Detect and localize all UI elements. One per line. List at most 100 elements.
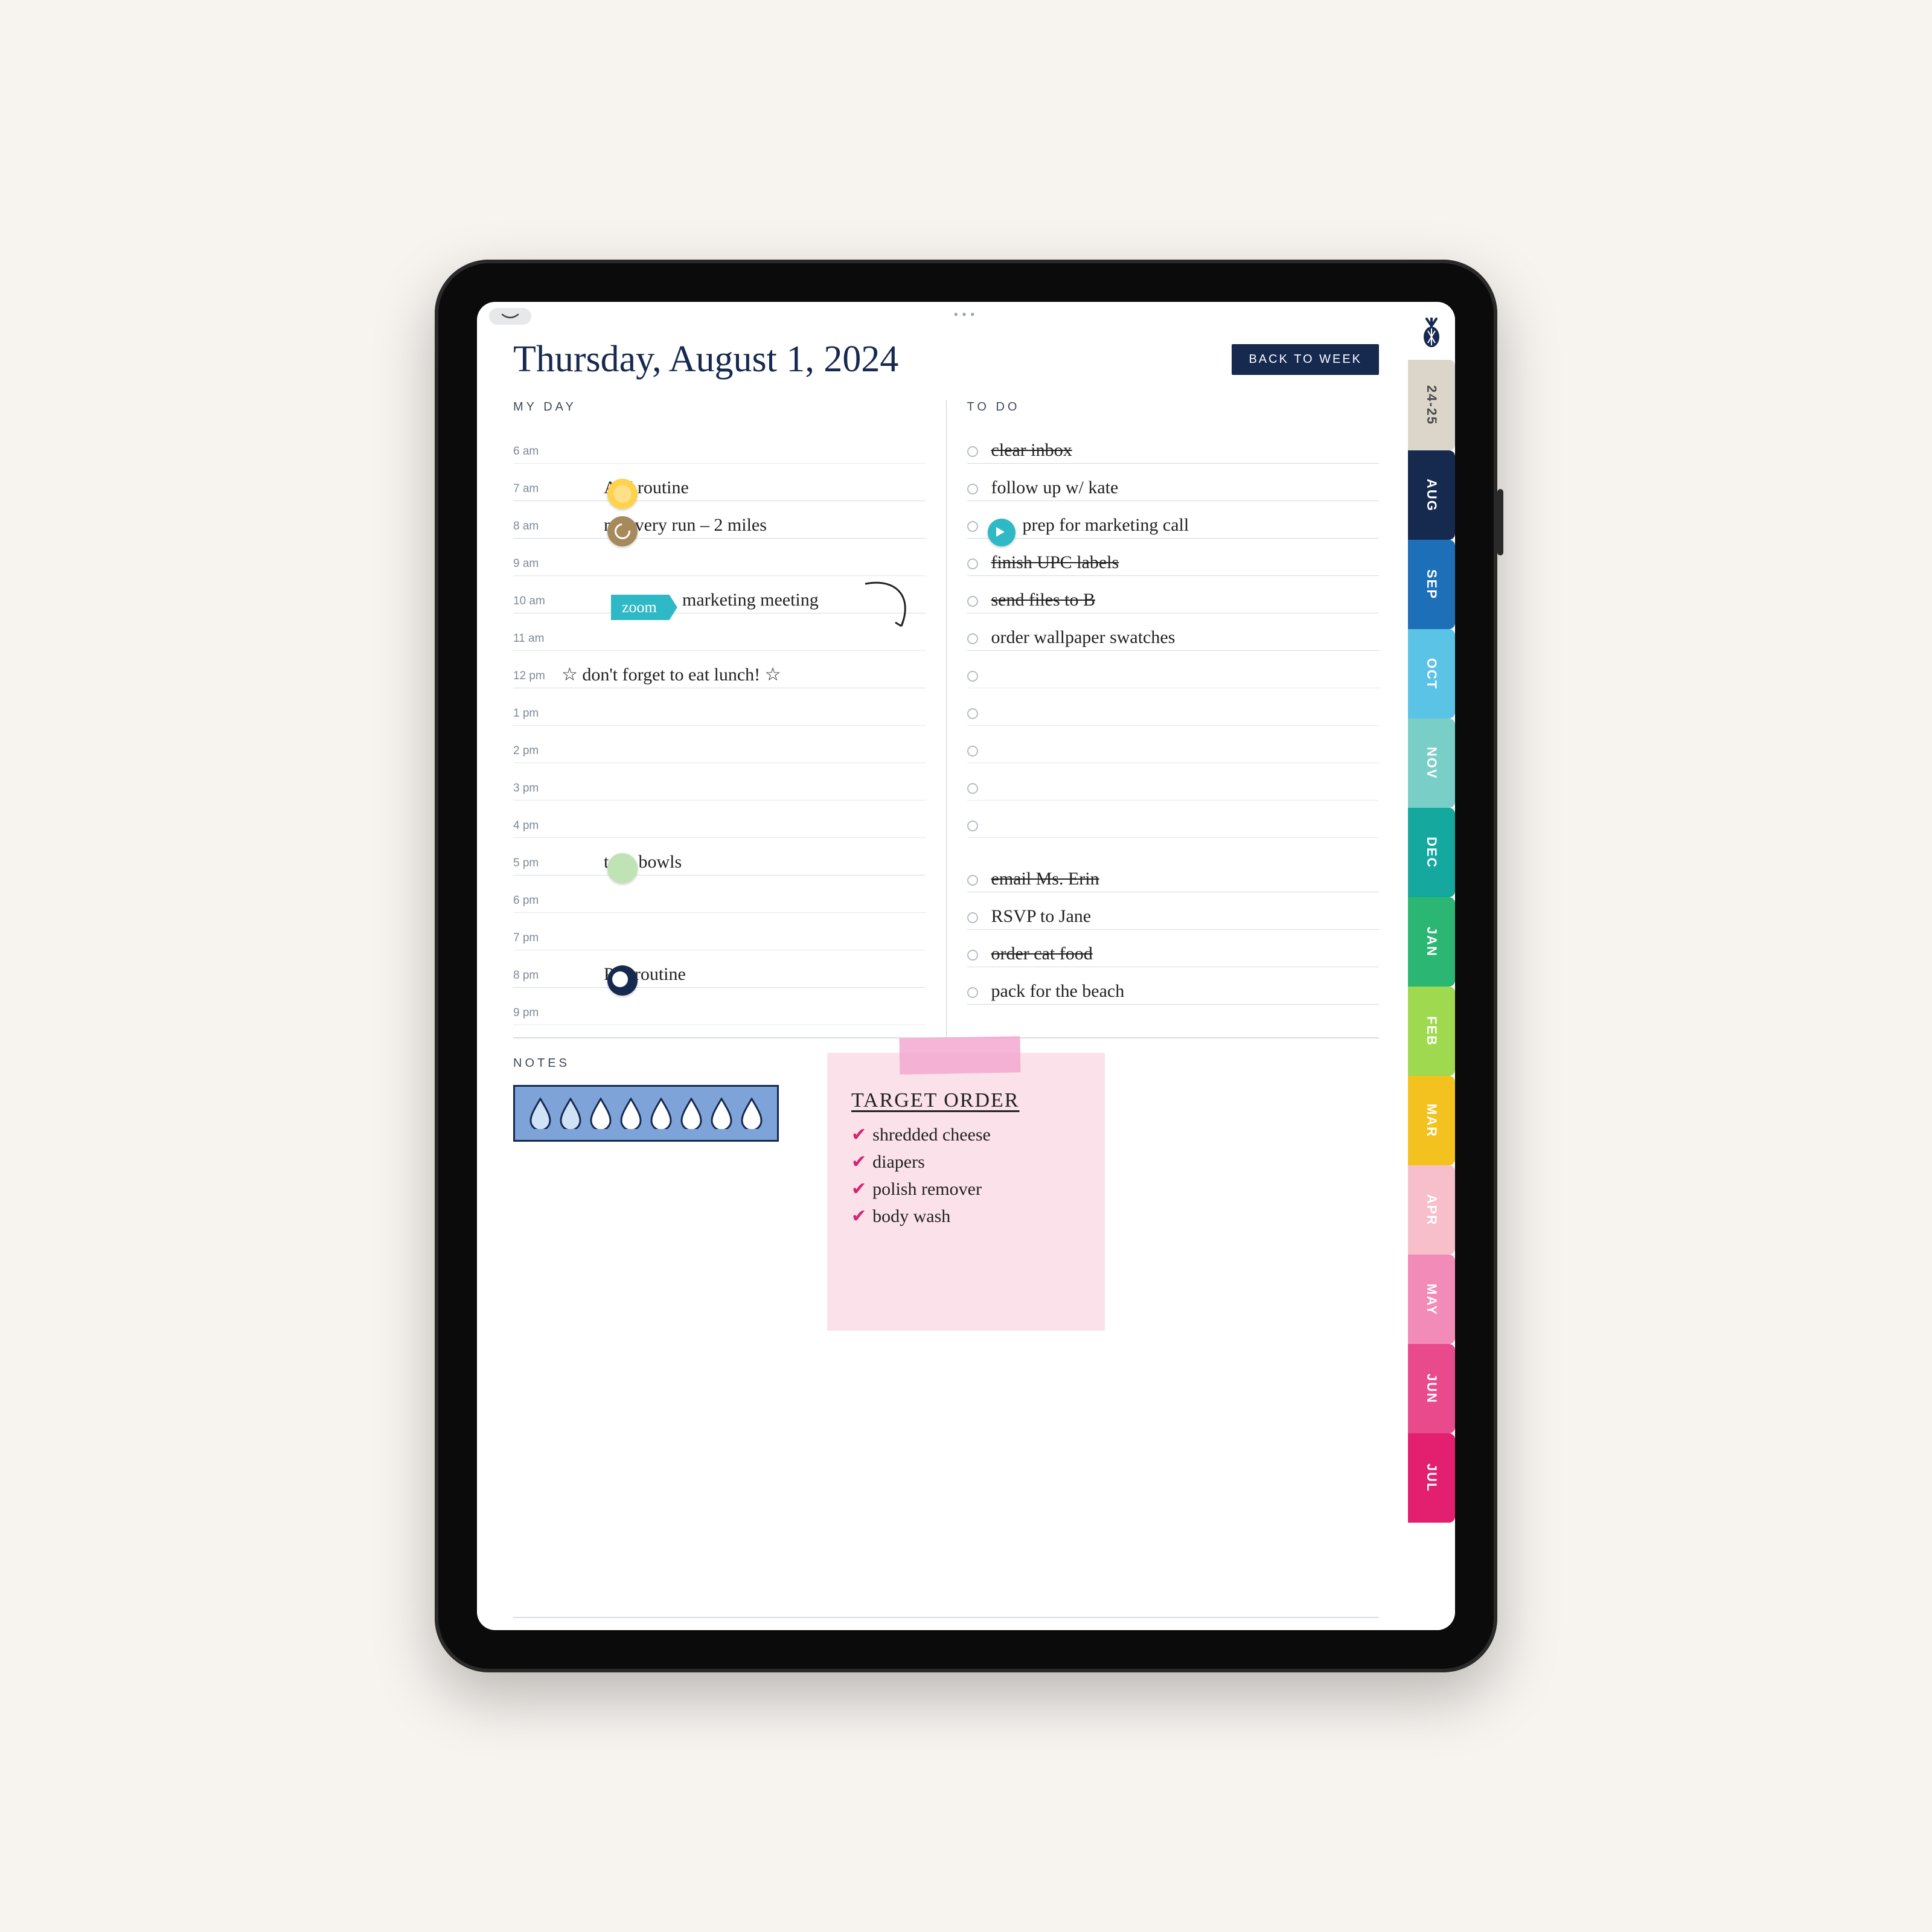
hour-row[interactable]: 6 pm — [513, 875, 926, 913]
todo-row[interactable] — [967, 801, 1380, 838]
tab-24-25[interactable]: 24-25 — [1408, 360, 1455, 450]
todo-row[interactable]: order cat food — [967, 930, 1380, 967]
water-drop-icon[interactable] — [589, 1098, 613, 1129]
todo-row[interactable]: email Ms. Erin — [967, 855, 1380, 892]
tab-nov[interactable]: NOV — [1408, 718, 1455, 808]
water-drop-icon[interactable] — [528, 1098, 552, 1129]
tab-mar[interactable]: MAR — [1408, 1076, 1455, 1165]
hour-row[interactable]: 7 amAM routine — [513, 464, 926, 501]
hour-entry[interactable]: ☆ don't forget to eat lunch! ☆ — [561, 664, 926, 688]
todo-text[interactable]: order cat food — [991, 944, 1380, 967]
todo-row[interactable]: clear inbox — [967, 426, 1380, 464]
todo-text[interactable]: prep for marketing call — [991, 515, 1380, 538]
hour-row[interactable]: 4 pm — [513, 801, 926, 838]
hour-entry[interactable]: PM routine — [561, 964, 926, 987]
todo-text[interactable]: clear inbox — [991, 440, 1380, 463]
hour-entry[interactable] — [561, 648, 926, 650]
water-drop-icon[interactable] — [649, 1098, 673, 1129]
todo-row[interactable] — [967, 688, 1380, 726]
todo-row[interactable] — [967, 763, 1380, 801]
hour-row[interactable]: 8 pmPM routine — [513, 950, 926, 988]
water-drop-icon[interactable] — [709, 1098, 734, 1129]
hour-entry[interactable] — [561, 723, 926, 725]
todo-row[interactable]: finish UPC labels — [967, 539, 1380, 576]
hour-row[interactable]: 8 amrecovery run – 2 miles — [513, 501, 926, 539]
water-drop-icon[interactable] — [679, 1098, 703, 1129]
todo-bullet-icon[interactable] — [967, 708, 991, 725]
todo-bullet-icon[interactable] — [967, 950, 991, 967]
hour-entry[interactable] — [561, 573, 926, 575]
tab-jul[interactable]: JUL — [1408, 1433, 1455, 1523]
hour-row[interactable]: 12 pm☆ don't forget to eat lunch! ☆ — [513, 651, 926, 688]
hour-row[interactable]: 2 pm — [513, 726, 926, 763]
hour-row[interactable]: 7 pm — [513, 913, 926, 950]
logo-tab[interactable] — [1408, 305, 1455, 360]
hour-row[interactable]: 11 am — [513, 613, 926, 651]
todo-text[interactable] — [991, 835, 1380, 837]
todo-row[interactable]: send files to B — [967, 576, 1380, 613]
todo-bullet-icon[interactable] — [967, 987, 991, 1004]
water-tracker[interactable] — [513, 1085, 779, 1142]
todo-text[interactable]: RSVP to Jane — [991, 906, 1380, 929]
tab-sep[interactable]: SEP — [1408, 540, 1455, 629]
water-drop-icon[interactable] — [740, 1098, 764, 1129]
todo-text[interactable]: follow up w/ kate — [991, 478, 1380, 501]
todo-bullet-icon[interactable] — [967, 446, 991, 463]
tab-jun[interactable]: JUN — [1408, 1344, 1455, 1433]
tab-apr[interactable]: APR — [1408, 1165, 1455, 1255]
todo-bullet-icon[interactable] — [967, 558, 991, 575]
todo-text[interactable] — [991, 760, 1380, 763]
todo-bullet-icon[interactable] — [967, 875, 991, 892]
todo-row[interactable]: RSVP to Jane — [967, 892, 1380, 930]
hour-entry[interactable] — [561, 835, 926, 837]
todo-text[interactable] — [991, 723, 1380, 725]
todo-row[interactable] — [967, 651, 1380, 688]
hour-row[interactable]: 5 pmtaco bowls — [513, 838, 926, 875]
multitask-dots-icon[interactable]: ••• — [953, 307, 978, 322]
todo-text[interactable] — [991, 798, 1380, 800]
hour-entry[interactable] — [561, 798, 926, 800]
hour-row[interactable]: 3 pm — [513, 763, 926, 801]
todo-bullet-icon[interactable] — [967, 671, 991, 688]
hour-entry[interactable]: taco bowls — [561, 852, 926, 875]
todo-text[interactable] — [991, 685, 1380, 688]
todo-row[interactable]: order wallpaper swatches — [967, 613, 1380, 651]
todo-text[interactable]: email Ms. Erin — [991, 869, 1380, 892]
todo-bullet-icon[interactable] — [967, 783, 991, 800]
todo-text[interactable]: order wallpaper swatches — [991, 627, 1380, 650]
todo-row[interactable]: follow up w/ kate — [967, 464, 1380, 501]
tab-dec[interactable]: DEC — [1408, 808, 1455, 897]
tab-may[interactable]: MAY — [1408, 1255, 1455, 1344]
todo-row[interactable]: prep for marketing call — [967, 501, 1380, 539]
hour-row[interactable]: 10 amzoommarketing meeting — [513, 576, 926, 613]
back-to-week-button[interactable]: BACK TO WEEK — [1232, 344, 1379, 375]
tab-jan[interactable]: JAN — [1408, 897, 1455, 987]
tab-aug[interactable]: AUG — [1408, 450, 1455, 540]
hour-entry[interactable]: AM routine — [561, 478, 926, 501]
hour-entry[interactable]: zoommarketing meeting — [561, 590, 926, 613]
todo-row[interactable] — [967, 726, 1380, 763]
todo-row[interactable]: pack for the beach — [967, 967, 1380, 1005]
tab-oct[interactable]: OCT — [1408, 629, 1455, 718]
todo-bullet-icon[interactable] — [967, 912, 991, 929]
todo-bullet-icon[interactable] — [967, 484, 991, 501]
hour-entry[interactable] — [561, 910, 926, 912]
tab-feb[interactable]: FEB — [1408, 987, 1455, 1076]
sticky-note[interactable]: TARGET ORDER ✔shredded cheese✔diapers✔po… — [827, 1053, 1105, 1331]
app-handle-icon[interactable] — [489, 308, 531, 325]
hour-row[interactable]: 9 am — [513, 539, 926, 576]
todo-bullet-icon[interactable] — [967, 820, 991, 837]
hour-entry[interactable]: recovery run – 2 miles — [561, 515, 926, 538]
hour-entry[interactable] — [561, 760, 926, 763]
todo-text[interactable]: pack for the beach — [991, 981, 1380, 1004]
todo-bullet-icon[interactable] — [967, 633, 991, 650]
hour-entry[interactable] — [561, 461, 926, 463]
todo-text[interactable]: send files to B — [991, 590, 1380, 613]
todo-bullet-icon[interactable] — [967, 596, 991, 613]
water-drop-icon[interactable] — [619, 1098, 643, 1129]
todo-bullet-icon[interactable] — [967, 746, 991, 763]
hour-entry[interactable] — [561, 1022, 926, 1025]
hour-row[interactable]: 6 am — [513, 426, 926, 464]
hour-entry[interactable] — [561, 947, 926, 950]
todo-text[interactable]: finish UPC labels — [991, 552, 1380, 575]
